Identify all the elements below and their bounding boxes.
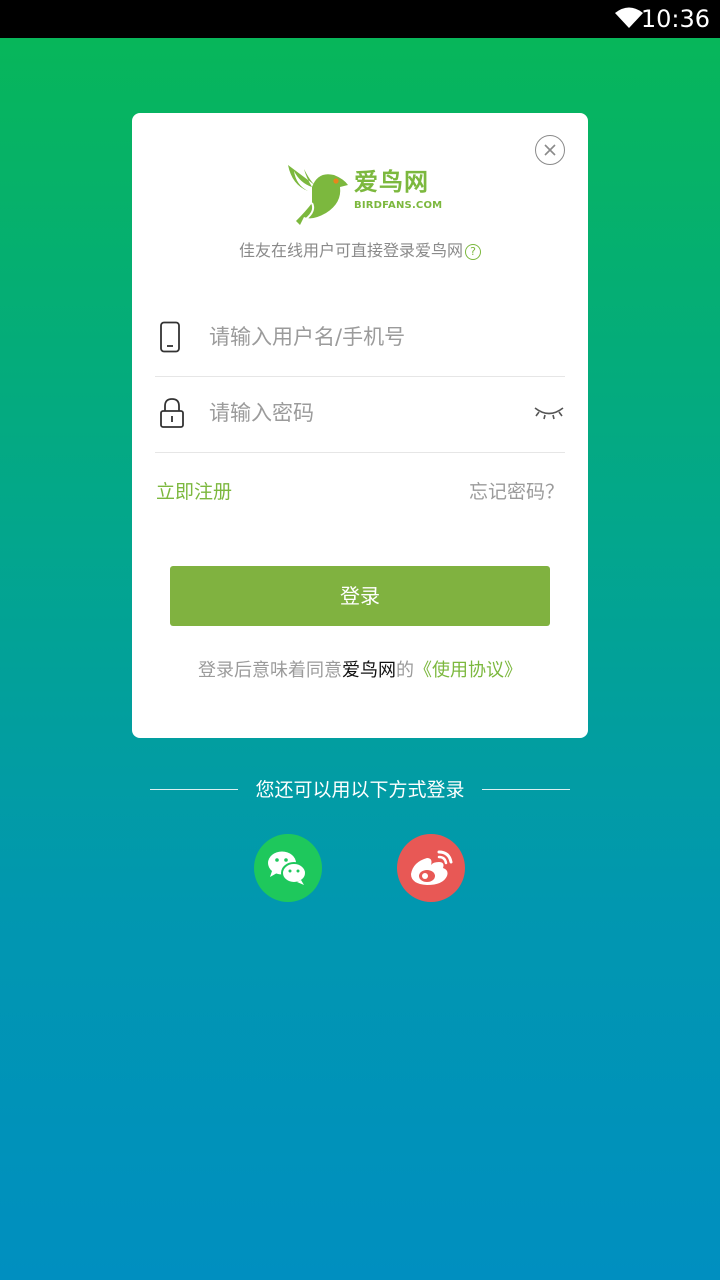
logo-name: 爱鸟网 <box>354 168 429 196</box>
agreement-text: 登录后意味着同意爱鸟网的《使用协议》 <box>132 658 588 684</box>
logo-domain: BIRDFANS.COM <box>354 200 443 211</box>
bird-logo-icon <box>288 165 348 225</box>
username-field <box>155 301 565 377</box>
alt-login-divider: 您还可以用以下方式登录 <box>150 775 570 805</box>
forgot-password-link[interactable]: 忘记密码？ <box>469 479 564 505</box>
close-icon <box>544 144 556 156</box>
wechat-icon <box>268 851 307 885</box>
wechat-login-button[interactable] <box>254 834 322 902</box>
username-input[interactable] <box>209 317 509 357</box>
register-link[interactable]: 立即注册 <box>156 479 232 505</box>
eye-closed-icon[interactable] <box>533 405 565 421</box>
alt-login-label: 您还可以用以下方式登录 <box>255 779 465 801</box>
weibo-icon <box>411 850 453 885</box>
tagline: 佳友在线用户可直接登录爱鸟网? <box>132 240 588 262</box>
birdfans-logo: 爱鸟网 BIRDFANS.COM <box>282 163 442 229</box>
status-time: 10:36 <box>640 5 710 33</box>
lock-icon <box>160 398 184 428</box>
divider-line-right <box>482 789 570 790</box>
wifi-icon <box>615 7 643 28</box>
agreement-middle: 的 <box>396 660 414 681</box>
agreement-prefix: 登录后意味着同意 <box>198 660 342 681</box>
password-field <box>155 377 565 453</box>
password-input[interactable] <box>209 393 509 433</box>
agreement-brand: 爱鸟网 <box>342 660 396 681</box>
terms-link[interactable]: 《使用协议》 <box>414 660 522 681</box>
phone-icon <box>160 321 180 353</box>
status-bar: 10:36 <box>0 0 720 38</box>
help-icon[interactable]: ? <box>465 244 481 260</box>
close-button[interactable] <box>535 135 565 165</box>
login-card: 爱鸟网 BIRDFANS.COM 佳友在线用户可直接登录爱鸟网? 立即注册 忘记… <box>132 113 588 738</box>
tagline-text: 佳友在线用户可直接登录爱鸟网 <box>238 241 463 260</box>
login-button[interactable]: 登录 <box>170 566 550 626</box>
weibo-login-button[interactable] <box>397 834 465 902</box>
